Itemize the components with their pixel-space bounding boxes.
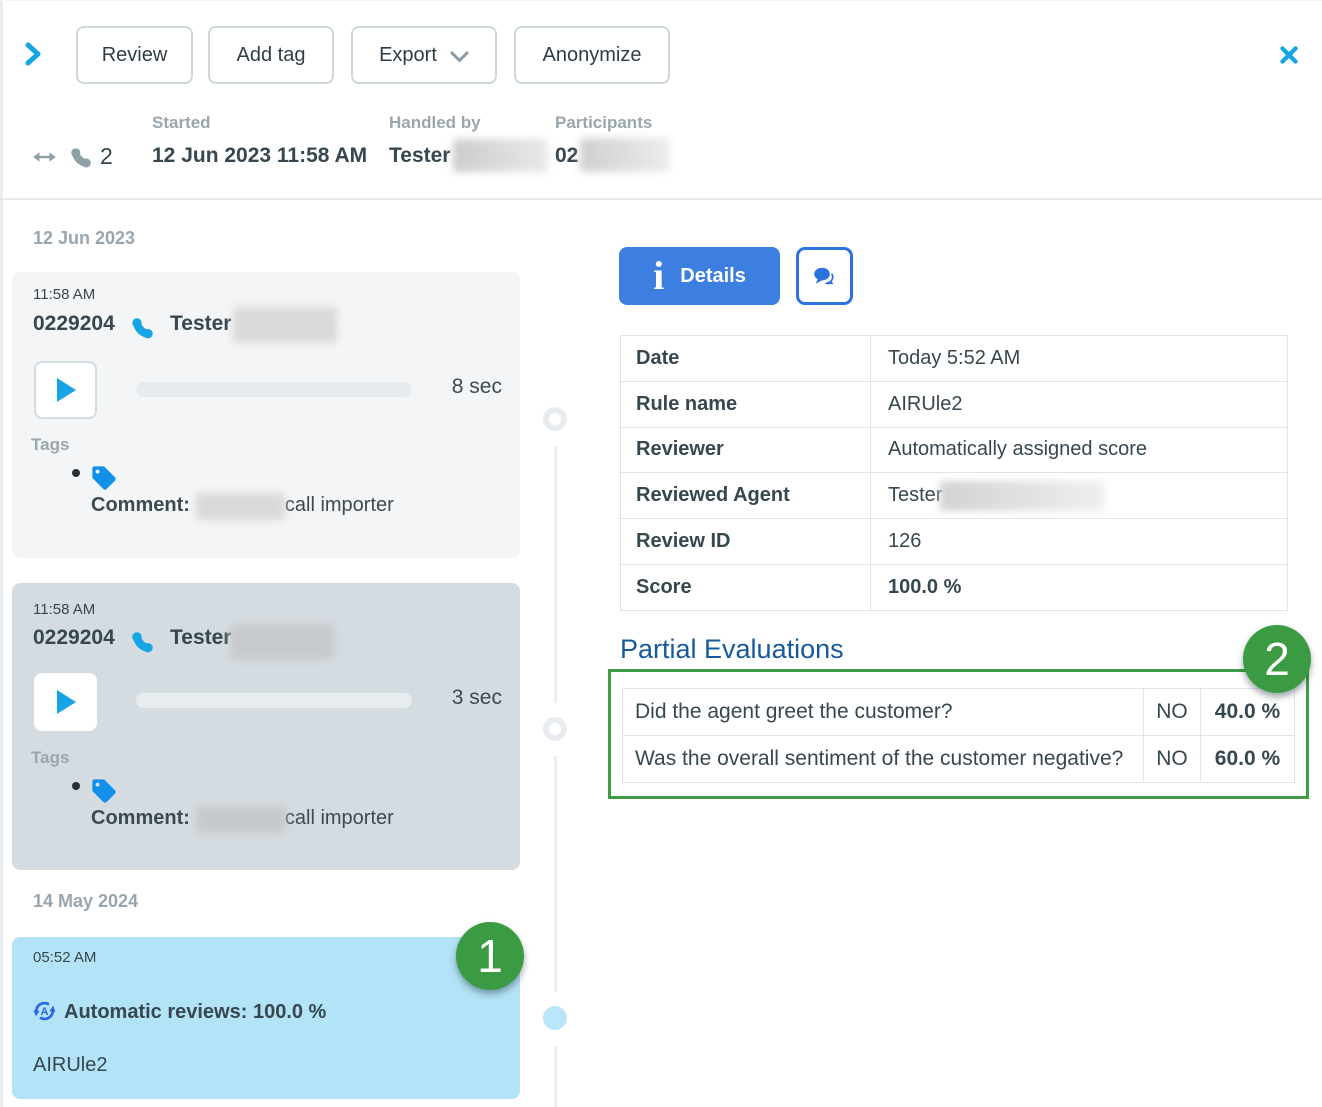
svg-text:A: A [41, 1006, 49, 1018]
